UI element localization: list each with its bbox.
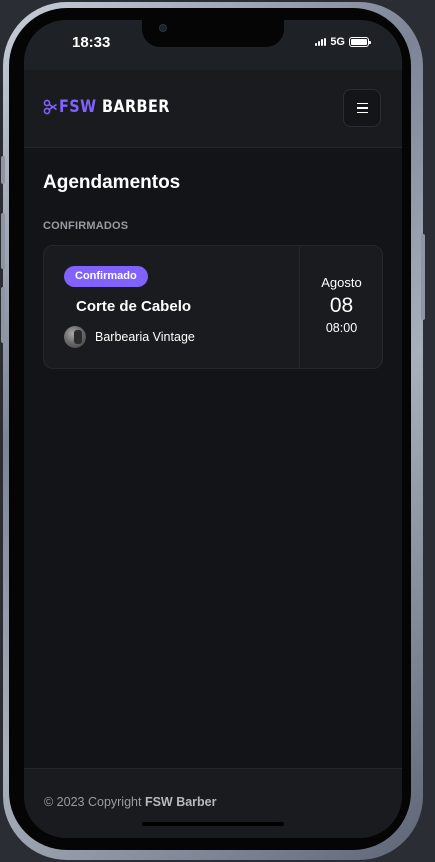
logo-accent: FSW bbox=[59, 97, 97, 117]
app-header: FSW BARBER bbox=[24, 70, 402, 148]
date-day: 08 bbox=[329, 294, 354, 317]
footer-copyright: © 2023 Copyright FSW Barber bbox=[44, 795, 217, 809]
booking-card[interactable]: Confirmado Corte de Cabelo Barbearia Vin… bbox=[43, 245, 383, 369]
booking-details: Confirmado Corte de Cabelo Barbearia Vin… bbox=[44, 246, 299, 368]
status-bar: 18:33 5G bbox=[24, 20, 402, 70]
app-footer: © 2023 Copyright FSW Barber bbox=[24, 768, 402, 838]
status-time: 18:33 bbox=[72, 34, 111, 51]
side-button-power bbox=[421, 234, 425, 320]
logo-name: BARBER bbox=[101, 97, 170, 117]
copyright-prefix: © 2023 Copyright bbox=[44, 795, 142, 809]
copyright-brand: FSW Barber bbox=[144, 795, 217, 809]
service-name: Corte de Cabelo bbox=[76, 298, 192, 315]
side-button-mute bbox=[1, 156, 5, 184]
app-screen: 18:33 5G FSW BARBER Agendamentos CONFIRM… bbox=[24, 20, 402, 838]
status-badge: Confirmado bbox=[64, 266, 148, 287]
date-time: 08:00 bbox=[325, 321, 358, 335]
home-indicator[interactable] bbox=[142, 822, 284, 826]
menu-icon bbox=[356, 102, 368, 114]
page-title: Agendamentos bbox=[43, 172, 181, 193]
logo[interactable]: FSW BARBER bbox=[43, 97, 189, 117]
barbershop-avatar bbox=[64, 326, 86, 348]
network-label: 5G bbox=[330, 36, 345, 48]
menu-button[interactable] bbox=[343, 89, 381, 127]
section-label-confirmed: CONFIRMADOS bbox=[43, 220, 129, 232]
barbershop-row: Barbearia Vintage bbox=[64, 326, 195, 348]
notch bbox=[142, 20, 284, 47]
booking-date: Agosto 08 08:00 bbox=[300, 246, 383, 368]
camera-icon bbox=[159, 24, 167, 32]
signal-icon bbox=[315, 38, 327, 46]
date-month: Agosto bbox=[321, 275, 362, 290]
scissors-icon bbox=[43, 99, 57, 115]
status-indicators: 5G bbox=[315, 36, 371, 48]
barbershop-name: Barbearia Vintage bbox=[95, 330, 195, 344]
side-button-volume-up bbox=[1, 213, 5, 269]
battery-icon bbox=[349, 37, 371, 47]
logo-text: FSW BARBER bbox=[59, 97, 170, 117]
side-button-volume-down bbox=[1, 287, 5, 343]
